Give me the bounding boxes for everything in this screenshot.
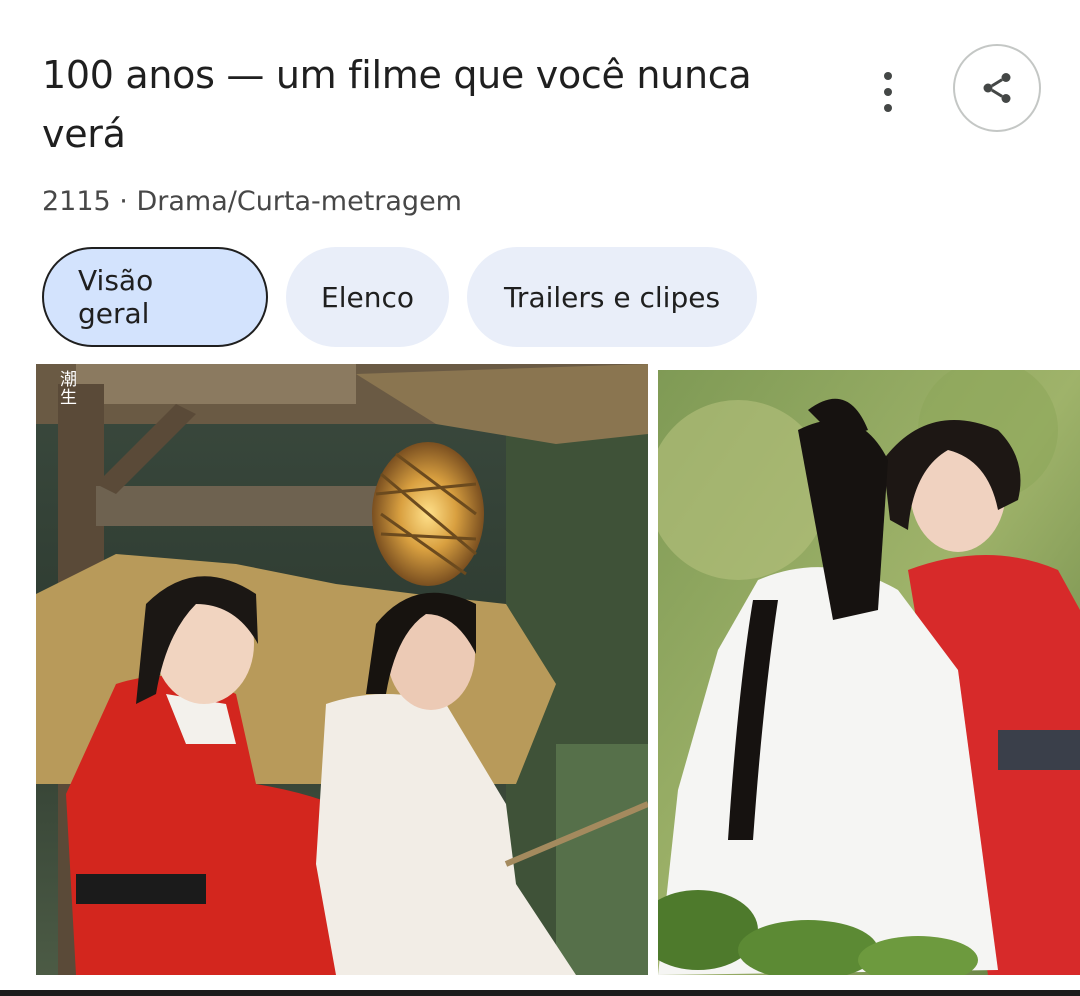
image-watermark: 潮生 bbox=[56, 370, 76, 406]
tab-trailers-clips[interactable]: Trailers e clipes bbox=[467, 247, 757, 347]
more-vert-icon bbox=[884, 72, 892, 80]
movie-still-shelter bbox=[36, 364, 648, 975]
bottom-divider bbox=[0, 990, 1080, 996]
tab-overview[interactable]: Visão geral bbox=[42, 247, 268, 347]
movie-image-right[interactable] bbox=[658, 370, 1080, 975]
share-button[interactable] bbox=[953, 44, 1041, 132]
tab-bar: Visão geral Elenco Trailers e clipes bbox=[42, 247, 757, 347]
page-title: 100 anos — um filme que você nunca verá bbox=[42, 53, 752, 156]
share-icon bbox=[983, 73, 1011, 103]
movie-image-left[interactable] bbox=[36, 364, 648, 975]
more-vert-icon-dot bbox=[884, 88, 892, 96]
more-options-button[interactable] bbox=[866, 64, 910, 120]
more-vert-icon-dot bbox=[884, 104, 892, 112]
tab-cast[interactable]: Elenco bbox=[286, 247, 449, 347]
movie-meta: 2115 · Drama/Curta-metragem bbox=[42, 186, 462, 217]
movie-still-garden bbox=[658, 370, 1080, 975]
